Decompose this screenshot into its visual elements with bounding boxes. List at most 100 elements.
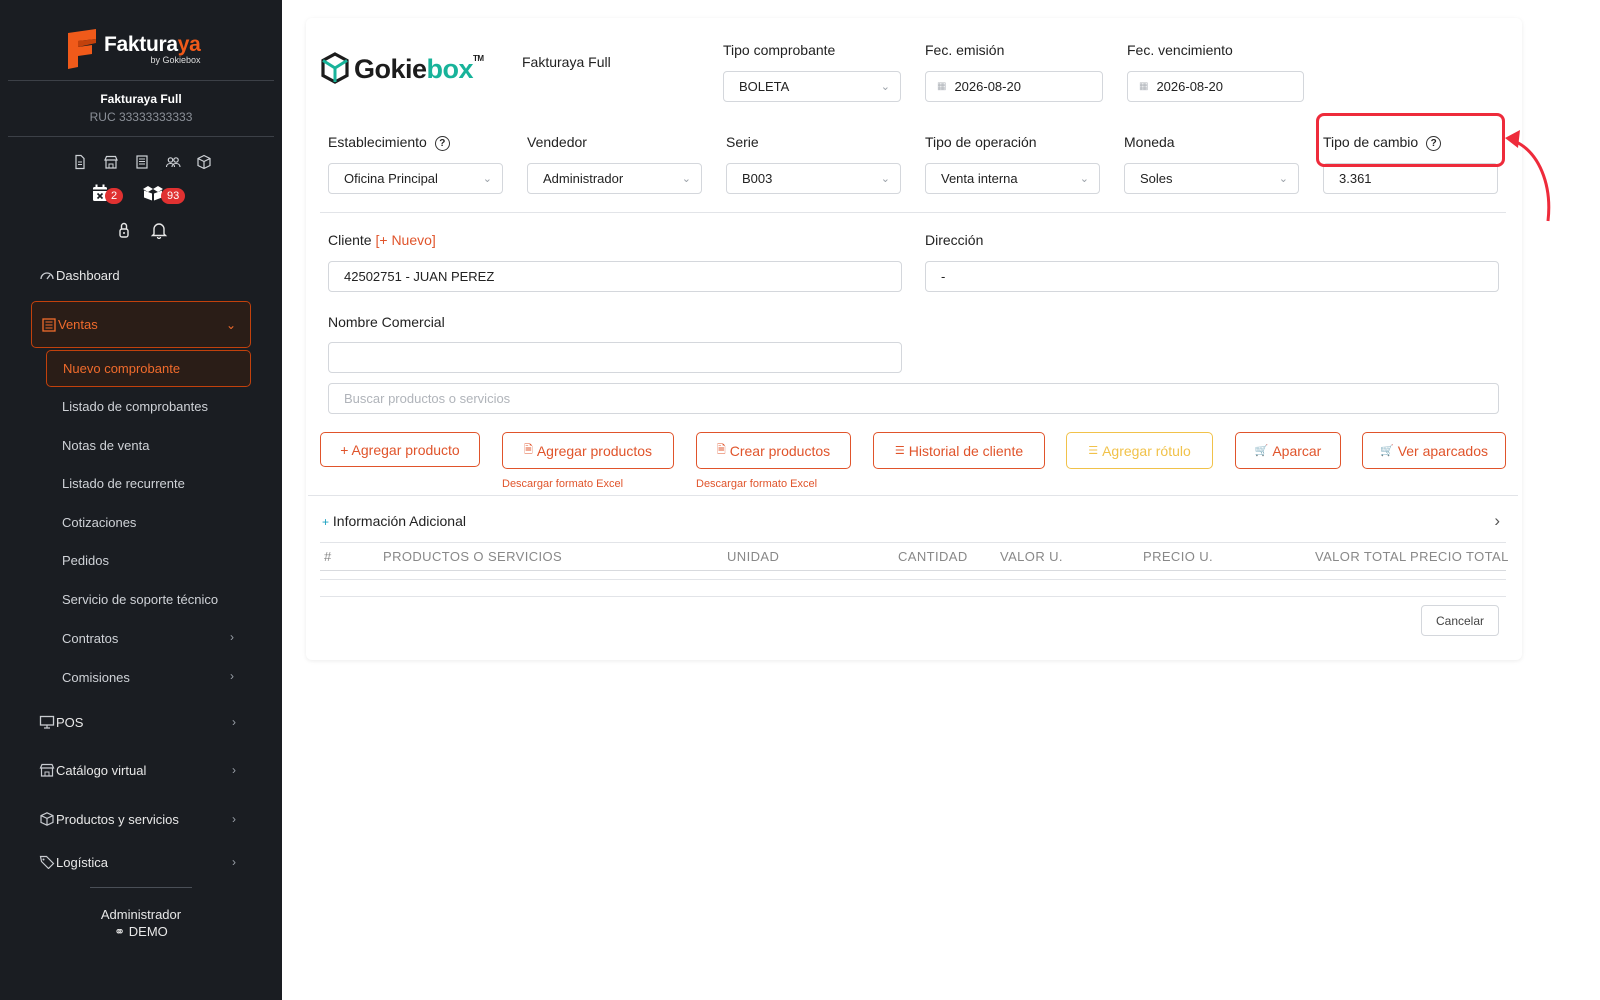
table-header: # — [324, 549, 332, 564]
table-header: PRODUCTOS O SERVICIOS — [383, 549, 563, 564]
serie-label: Serie — [726, 134, 759, 150]
nav-dashboard[interactable]: Dashboard — [38, 260, 250, 290]
divider — [320, 570, 1506, 571]
moneda-select[interactable]: Soles ⌄ — [1124, 163, 1299, 194]
nav-logistica-label: Logística — [56, 855, 109, 870]
divider — [320, 596, 1506, 597]
vendedor-select[interactable]: Administrador ⌄ — [527, 163, 702, 194]
direccion-input[interactable]: - — [925, 261, 1499, 292]
nav-listado-comprobantes[interactable]: Listado de comprobantes — [62, 397, 208, 417]
chevron-down-icon: ⌄ — [880, 173, 890, 185]
divider — [320, 579, 1506, 580]
direccion-label: Dirección — [925, 232, 984, 248]
tipo-cambio-input[interactable]: 3.361 — [1323, 163, 1498, 194]
nav-logistica[interactable]: Logística › — [38, 852, 250, 872]
nav-soporte-tecnico[interactable]: Servicio de soporte técnico — [62, 590, 218, 610]
brand-name: Fakturaya — [104, 33, 201, 56]
calendar-badge[interactable]: 2 — [92, 182, 124, 204]
user-mode: ⚭ DEMO — [114, 924, 168, 939]
box-icon[interactable] — [196, 154, 212, 170]
chevron-down-icon: ⌄ — [681, 173, 691, 185]
fec-emision-input[interactable]: ▦ 2026-08-20 — [925, 71, 1103, 102]
receipt-icon[interactable] — [134, 154, 150, 170]
store-icon[interactable] — [103, 154, 119, 170]
chevron-right-icon: › — [232, 763, 236, 777]
info-adicional-toggle[interactable]: + Información Adicional › — [322, 511, 1500, 530]
aparcar-button[interactable]: 🛒 Aparcar — [1235, 432, 1341, 469]
nombre-comercial-label: Nombre Comercial — [328, 314, 445, 330]
buscar-productos-input[interactable]: Buscar productos o servicios — [328, 383, 1499, 414]
ver-aparcados-button[interactable]: 🛒 Ver aparcados — [1362, 432, 1506, 469]
agregar-productos-button[interactable]: 🗎 Agregar productos — [502, 432, 674, 469]
nav-nuevo-comprobante[interactable]: Nuevo comprobante — [46, 350, 251, 387]
nav-productos-label: Productos y servicios — [56, 811, 179, 827]
nav-listado-recurrente[interactable]: Listado de recurrente — [62, 474, 185, 494]
nav-cotizaciones[interactable]: Cotizaciones — [62, 513, 136, 533]
company-name: Fakturaya Full — [100, 92, 182, 106]
chevron-right-icon: › — [232, 812, 236, 826]
fec-vencimiento-input[interactable]: ▦ 2026-08-20 — [1127, 71, 1304, 102]
document-icon[interactable] — [72, 154, 88, 170]
table-header: PRECIO TOTAL — [1410, 549, 1509, 564]
chevron-down-icon: ⌄ — [880, 81, 890, 93]
boxes-count-badge: 93 — [161, 188, 186, 204]
fec-vencimiento-label: Fec. vencimiento — [1127, 42, 1233, 58]
nav-pedidos[interactable]: Pedidos — [62, 551, 109, 571]
agregar-rotulo-button[interactable]: ☰ Agregar rótulo — [1066, 432, 1213, 469]
tag-icon — [39, 855, 55, 869]
table-header: VALOR U. — [1000, 549, 1063, 564]
lock-icon[interactable] — [116, 221, 132, 239]
table-header: UNIDAD — [727, 549, 780, 564]
calendar-icon: ▦ — [937, 81, 947, 92]
nav-notas-venta[interactable]: Notas de venta — [62, 436, 149, 456]
nav-contratos[interactable]: Contratos — [62, 629, 118, 649]
chevron-right-icon: › — [230, 630, 234, 644]
bell-icon[interactable] — [150, 221, 168, 239]
plus-icon: + — [322, 515, 330, 529]
gokiebox-wordmark: GokieboxTM — [354, 53, 484, 84]
agregar-producto-button[interactable]: + Agregar producto — [320, 432, 480, 467]
chevron-down-icon: ⌄ — [225, 317, 236, 332]
calendar-count-badge: 2 — [105, 188, 124, 204]
users-icon[interactable] — [165, 154, 181, 170]
cliente-select[interactable]: 42502751 - JUAN PEREZ — [328, 261, 902, 292]
boxes-badge[interactable]: 93 — [142, 182, 186, 204]
crear-productos-button[interactable]: 🗎 Crear productos — [696, 432, 851, 469]
divider — [90, 887, 192, 888]
historial-cliente-button[interactable]: ☰ Historial de cliente — [873, 432, 1045, 469]
store-icon — [39, 763, 55, 777]
nav-dashboard-label: Dashboard — [56, 267, 120, 283]
fakturaya-logo[interactable]: Fakturaya by Gokiebox — [66, 24, 226, 74]
nav-pos-label: POS — [56, 714, 84, 730]
cart-icon: 🛒 — [1380, 445, 1394, 457]
nombre-comercial-input[interactable] — [328, 342, 902, 373]
box-icon — [40, 812, 54, 826]
list-icon: ☰ — [1088, 445, 1099, 457]
user-info[interactable]: Administrador ⚭ DEMO — [0, 907, 282, 940]
nav-catalogo-label: Catálogo virtual — [56, 762, 147, 778]
help-icon[interactable]: ? — [434, 136, 450, 151]
nav-pos[interactable]: POS › — [38, 707, 250, 737]
tipo-operacion-select[interactable]: Venta interna ⌄ — [925, 163, 1100, 194]
divider — [8, 136, 274, 137]
link-icon: ⚭ — [114, 924, 126, 939]
chevron-right-icon: › — [230, 669, 234, 683]
descargar-formato-link[interactable]: Descargar formato Excel — [696, 478, 817, 490]
cliente-label: Cliente [+ Nuevo] — [328, 232, 436, 248]
cancelar-button[interactable]: Cancelar — [1421, 605, 1499, 636]
descargar-formato-link[interactable]: Descargar formato Excel — [502, 478, 623, 490]
nav-comisiones[interactable]: Comisiones — [62, 668, 130, 688]
file-excel-icon: 🗎 — [716, 444, 726, 456]
security-notifications — [116, 221, 168, 239]
nav-productos[interactable]: Productos y servicios › — [38, 804, 250, 834]
gauge-icon — [40, 272, 54, 280]
nav-ventas[interactable]: Ventas ⌄ — [31, 301, 251, 348]
serie-select[interactable]: B003 ⌄ — [726, 163, 901, 194]
nav-ventas-label: Ventas — [58, 317, 98, 332]
tipo-comprobante-select[interactable]: BOLETA ⌄ — [723, 71, 901, 102]
nuevo-cliente-link[interactable]: [+ Nuevo] — [375, 232, 435, 248]
moneda-label: Moneda — [1124, 134, 1175, 150]
establecimiento-select[interactable]: Oficina Principal ⌄ — [328, 163, 503, 194]
sidebar: Fakturaya by Gokiebox Fakturaya Full RUC… — [0, 0, 282, 1000]
nav-catalogo[interactable]: Catálogo virtual › — [38, 755, 250, 785]
